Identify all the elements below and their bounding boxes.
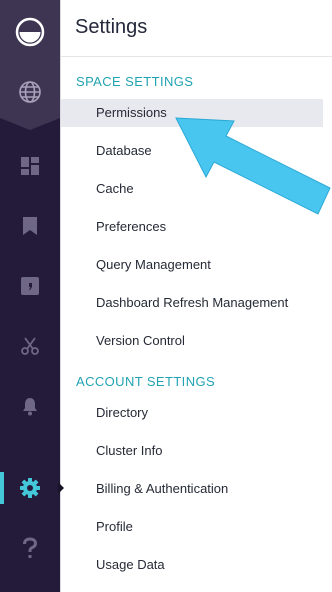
page-title: Settings xyxy=(75,16,148,38)
menu-item-version-control[interactable]: Version Control xyxy=(61,327,323,355)
menu-item-cache[interactable]: Cache xyxy=(61,175,323,203)
active-indicator xyxy=(0,472,4,504)
space-settings-header: SPACE SETTINGS xyxy=(76,74,194,89)
menu-item-database[interactable]: Database xyxy=(61,137,323,165)
menu-item-profile[interactable]: Profile xyxy=(61,513,323,541)
title-divider xyxy=(61,56,332,57)
sql-editor-icon[interactable] xyxy=(14,270,46,302)
help-icon[interactable] xyxy=(14,532,46,564)
gear-icon[interactable] xyxy=(14,472,46,504)
menu-item-permissions[interactable]: Permissions xyxy=(61,99,323,127)
globe-icon[interactable] xyxy=(14,76,46,108)
menu-item-cluster-info[interactable]: Cluster Info xyxy=(61,437,323,465)
bell-icon[interactable] xyxy=(14,390,46,422)
account-settings-header: ACCOUNT SETTINGS xyxy=(76,374,216,389)
menu-item-preferences[interactable]: Preferences xyxy=(61,213,323,241)
scissors-icon[interactable] xyxy=(14,330,46,362)
logo-icon[interactable] xyxy=(14,16,46,48)
menu-item-dashboard-refresh-management[interactable]: Dashboard Refresh Management xyxy=(61,289,323,317)
rail-notch xyxy=(0,118,60,130)
dashboard-icon[interactable] xyxy=(14,150,46,182)
menu-item-usage-data[interactable]: Usage Data xyxy=(61,551,323,579)
menu-item-directory[interactable]: Directory xyxy=(61,399,323,427)
menu-item-billing-authentication[interactable]: Billing & Authentication xyxy=(61,475,323,503)
bookmark-icon[interactable] xyxy=(14,210,46,242)
menu-item-query-management[interactable]: Query Management xyxy=(61,251,323,279)
settings-panel: Settings SPACE SETTINGS Permissions Data… xyxy=(61,0,332,592)
